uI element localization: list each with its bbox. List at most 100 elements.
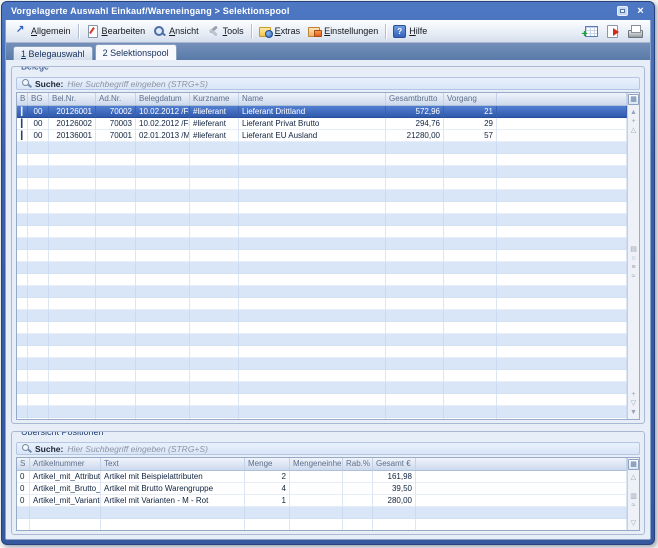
positionen-search-input[interactable]: Suche: Hier Suchbegriff eingeben (STRG+S… xyxy=(16,442,640,455)
empty-cell xyxy=(17,322,28,334)
header-cell[interactable]: Gesamtbrutto xyxy=(386,93,444,105)
empty-cell xyxy=(386,298,444,310)
column-chooser-icon[interactable]: ▦ xyxy=(628,459,639,470)
scroll-up-icon[interactable]: △ xyxy=(631,473,636,482)
list-icon[interactable]: ≡ xyxy=(631,263,635,272)
sort-icon[interactable]: ≈ xyxy=(632,501,636,510)
empty-row xyxy=(17,507,627,519)
empty-cell xyxy=(497,226,627,238)
header-cell[interactable]: S xyxy=(17,458,30,470)
empty-cell xyxy=(28,406,49,418)
empty-cell xyxy=(444,166,497,178)
empty-cell xyxy=(497,346,627,358)
grip-icon[interactable]: ▥ xyxy=(630,492,637,501)
empty-row xyxy=(17,166,627,178)
header-cell[interactable]: Kurzname xyxy=(190,93,239,105)
header-cell[interactable] xyxy=(497,93,627,105)
tab-selektionspool[interactable]: 2 Selektionspool xyxy=(95,44,177,60)
header-cell[interactable]: Name xyxy=(239,93,386,105)
empty-cell xyxy=(190,226,239,238)
close-button[interactable]: × xyxy=(633,5,648,18)
magnifier-small-icon[interactable]: ○ xyxy=(631,254,635,263)
table-row[interactable]: 0Artikel_mit_Varianten.Artikel mit Varia… xyxy=(17,495,627,507)
clipboard-icon[interactable]: ▤ xyxy=(630,245,637,254)
empty-cell xyxy=(386,286,444,298)
header-cell[interactable]: Text xyxy=(101,458,245,470)
scroll-down-icon[interactable]: ▽ xyxy=(631,519,636,528)
restore-button[interactable] xyxy=(615,5,630,18)
table-row[interactable]: ▎00201360017000102.01.2013 /Mi#lieferant… xyxy=(17,130,627,142)
window-title: Vorgelagerte Auswahl Einkauf/Wareneingan… xyxy=(11,6,612,16)
empty-cell xyxy=(497,190,627,202)
empty-cell xyxy=(96,286,136,298)
table-cell: 21 xyxy=(444,106,497,118)
empty-cell xyxy=(444,370,497,382)
empty-cell xyxy=(96,346,136,358)
scroll-bottom-icon[interactable]: ▼ xyxy=(630,408,637,417)
menu-item-ansicht[interactable]: Ansicht xyxy=(149,23,203,39)
header-cell[interactable]: Mengeneinheit xyxy=(290,458,343,470)
empty-cell xyxy=(386,406,444,418)
empty-cell xyxy=(17,262,28,274)
table-row[interactable]: ▎00201260017000210.02.2012 /Fr#lieferant… xyxy=(17,106,627,118)
empty-cell xyxy=(190,346,239,358)
empty-cell xyxy=(17,394,28,406)
export-button[interactable] xyxy=(603,23,621,40)
belege-search-input[interactable]: Suche: Hier Suchbegriff eingeben (STRG+S… xyxy=(16,77,640,90)
menu-item-hilfe[interactable]: Hilfe xyxy=(389,23,431,39)
table-cell: ▎ xyxy=(17,130,28,142)
table-row[interactable]: 0Artikel_mit_Brutto_WGArtikel mit Brutto… xyxy=(17,483,627,495)
empty-row xyxy=(17,250,627,262)
empty-cell xyxy=(343,519,373,530)
empty-cell xyxy=(239,346,386,358)
empty-row xyxy=(17,519,627,530)
table-row[interactable]: 0Artikel_mit_AttributenArtikel mit Beisp… xyxy=(17,471,627,483)
header-cell[interactable]: Menge xyxy=(245,458,290,470)
table-row[interactable]: ▎00201260027000310.02.2012 /Fr#lieferant… xyxy=(17,118,627,130)
empty-row xyxy=(17,190,627,202)
header-cell[interactable] xyxy=(416,458,627,470)
menu-item-extras[interactable]: Extras xyxy=(255,23,305,39)
table-cell: Lieferant EU Ausland xyxy=(239,130,386,142)
sort-icon[interactable]: ≈ xyxy=(632,272,636,281)
empty-cell xyxy=(386,358,444,370)
header-cell[interactable]: Ad.Nr. xyxy=(96,93,136,105)
menu-item-allgemein[interactable]: Allgemein xyxy=(11,23,75,39)
empty-cell xyxy=(49,322,96,334)
header-cell[interactable]: Vorgang xyxy=(444,93,497,105)
scroll-top-icon[interactable]: ▲ xyxy=(630,108,637,117)
column-chooser-icon[interactable]: ▦ xyxy=(628,94,639,105)
header-cell[interactable]: Belegdatum xyxy=(136,93,190,105)
scroll-up-icon[interactable]: △ xyxy=(631,126,636,135)
empty-cell xyxy=(386,322,444,334)
empty-cell xyxy=(386,214,444,226)
empty-cell xyxy=(17,370,28,382)
header-cell[interactable]: Bel.Nr. xyxy=(49,93,96,105)
header-cell[interactable]: Rab.% xyxy=(343,458,373,470)
row-add-icon[interactable]: + xyxy=(631,117,635,126)
tab-belegauswahl[interactable]: 1 Belegauswahl xyxy=(13,46,93,60)
empty-cell xyxy=(386,310,444,322)
scroll-down-icon[interactable]: ▽ xyxy=(631,399,636,408)
menu-item-bearbeiten[interactable]: Bearbeiten xyxy=(82,23,150,39)
print-button[interactable] xyxy=(625,23,643,40)
menu-item-tools[interactable]: Tools xyxy=(203,23,248,39)
empty-cell xyxy=(497,202,627,214)
empty-cell xyxy=(190,286,239,298)
empty-cell xyxy=(49,202,96,214)
header-cell[interactable]: B xyxy=(17,93,28,105)
menu-item-einstellungen[interactable]: Einstellungen xyxy=(304,23,382,39)
empty-cell xyxy=(444,154,497,166)
table-cell xyxy=(416,483,627,495)
empty-cell xyxy=(239,334,386,346)
empty-cell xyxy=(386,154,444,166)
empty-cell xyxy=(28,202,49,214)
header-cell[interactable]: Gesamt € xyxy=(373,458,416,470)
table-cell: ▎ xyxy=(17,106,28,118)
table-import-button[interactable] xyxy=(581,23,599,40)
plus-icon[interactable]: + xyxy=(631,390,635,399)
empty-cell xyxy=(373,507,416,519)
menu-bar: Allgemein BearbeitenAnsichtTools ExtrasEin… xyxy=(6,20,650,43)
header-cell[interactable]: Artikelnummer xyxy=(30,458,101,470)
header-cell[interactable]: BG xyxy=(28,93,49,105)
